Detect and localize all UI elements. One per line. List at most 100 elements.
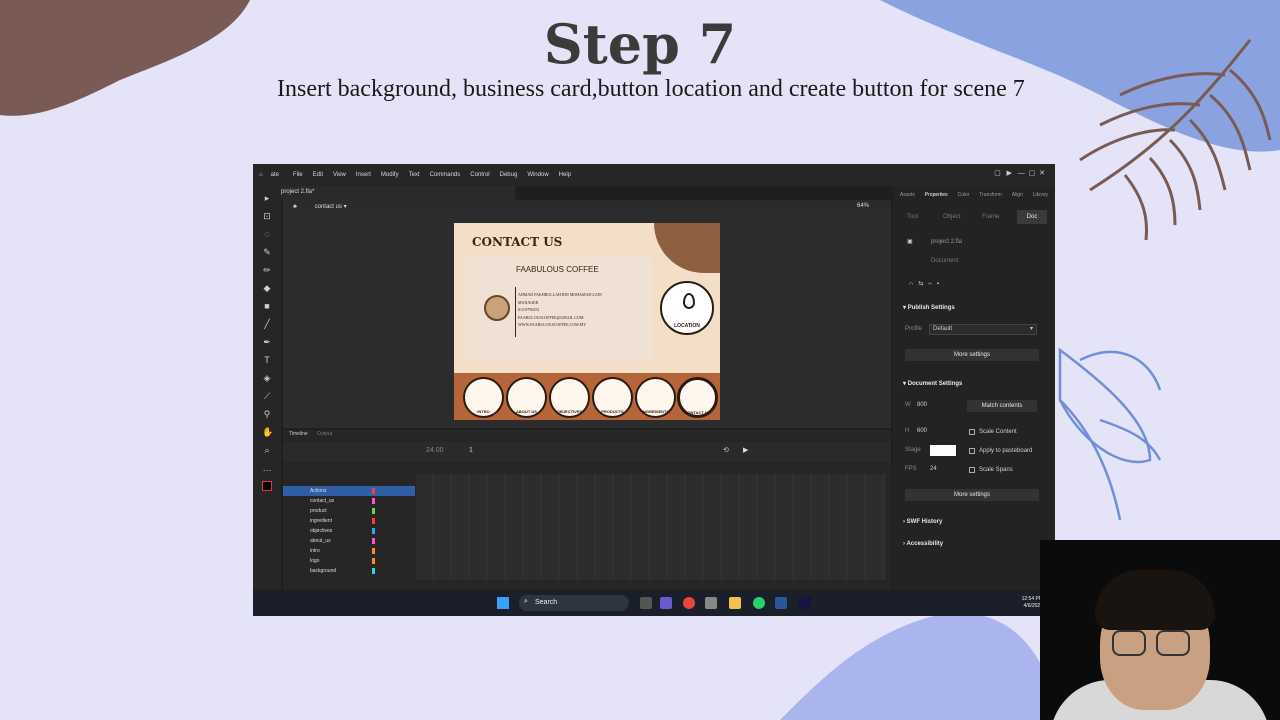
selection-tool-icon[interactable]: ▸ [262, 193, 272, 203]
zoom-level[interactable]: 64% [857, 203, 869, 209]
tab-output[interactable]: Output [317, 431, 332, 437]
menu-debug[interactable]: Debug [500, 172, 518, 178]
layer-color [372, 508, 375, 514]
stage-canvas[interactable]: CONTACT US FAABULOUS COFFEE AHMAD FAKHRU… [454, 223, 720, 420]
play-button[interactable]: ▶ [743, 446, 748, 454]
intro-button[interactable]: INTRO [463, 377, 504, 418]
layer-logo[interactable]: logo [283, 556, 415, 566]
menu-window[interactable]: Window [527, 172, 548, 178]
menu-edit[interactable]: Edit [313, 172, 323, 178]
profile-select[interactable]: Default ▾ [929, 324, 1037, 335]
apply-pasteboard-checkbox[interactable] [969, 448, 975, 454]
subtab-doc[interactable]: Doc [1017, 210, 1047, 224]
more-settings-button-2[interactable]: More settings [905, 489, 1039, 501]
publish-settings-header[interactable]: ▾ Publish Settings [903, 304, 955, 311]
whatsapp-icon[interactable] [753, 597, 765, 609]
fps-field[interactable]: 24 [930, 466, 937, 472]
frame-grid[interactable] [416, 474, 886, 580]
browser-icon[interactable] [705, 597, 717, 609]
stroke-fill-swatch[interactable] [262, 481, 272, 491]
scale-spans-checkbox[interactable] [969, 467, 975, 473]
menu-file[interactable]: File [293, 172, 303, 178]
about-us-button[interactable]: ABOUT US [506, 377, 547, 418]
layer-label: Actions [310, 488, 327, 494]
home-icon[interactable]: ⌂ [259, 172, 263, 178]
more-settings-button[interactable]: More settings [905, 349, 1039, 361]
brush-tool-icon[interactable]: ✎ [262, 247, 272, 257]
products-button[interactable]: PRODUCTS [592, 377, 633, 418]
scale-content-checkbox[interactable] [969, 429, 975, 435]
chat-icon[interactable] [660, 597, 672, 609]
bucket-tool-icon[interactable]: ◈ [262, 373, 272, 383]
tab-library[interactable]: Library [1033, 192, 1048, 198]
accessibility-header[interactable]: › Accessibility [903, 541, 943, 547]
loop-icon[interactable]: ⟲ [723, 446, 729, 454]
menu-commands[interactable]: Commands [430, 172, 461, 178]
document-settings-header[interactable]: ▾ Document Settings [903, 380, 962, 387]
task-view-icon[interactable] [640, 597, 652, 609]
layer-contact-us[interactable]: contact_us [283, 496, 415, 506]
width-field[interactable]: 800 [917, 402, 927, 408]
menu-view[interactable]: View [333, 172, 346, 178]
window-controls[interactable]: ▢ ▶ — ▢ ✕ [994, 169, 1045, 177]
menu-control[interactable]: Control [470, 172, 489, 178]
snap-icon[interactable]: ∩ ⇆ ⌐ ▪ [909, 280, 939, 287]
height-field[interactable]: 600 [917, 428, 927, 434]
contact-us-button[interactable]: CONTACT US [677, 377, 718, 418]
eraser-tool-icon[interactable]: ◆ [262, 283, 272, 293]
layer-ingredient[interactable]: ingredient [283, 516, 415, 526]
layer-objectives[interactable]: objectives [283, 526, 415, 536]
menu-help[interactable]: Help [559, 172, 571, 178]
transform-tool-icon[interactable]: ⊡ [262, 211, 272, 221]
menu-insert[interactable]: Insert [356, 172, 371, 178]
tab-properties[interactable]: Properties [925, 192, 948, 198]
text-tool-icon[interactable]: T [262, 355, 272, 365]
scene-selector[interactable]: contact us [315, 204, 342, 210]
word-icon[interactable] [775, 597, 787, 609]
stage-label: Stage [905, 447, 921, 453]
subtab-frame[interactable]: Frame [982, 214, 999, 220]
chrome-icon[interactable] [683, 597, 695, 609]
rectangle-tool-icon[interactable]: ■ [262, 301, 272, 311]
tab-transform[interactable]: Transform [979, 192, 1002, 198]
hand-tool-icon[interactable]: ✋ [262, 427, 273, 437]
layer-product[interactable]: product [283, 506, 415, 516]
chevron-down-icon[interactable]: ▾ [344, 204, 347, 210]
layer-about-us[interactable]: about_us [283, 536, 415, 546]
tab-color[interactable]: Color [957, 192, 969, 198]
line-tool-icon[interactable]: ╱ [262, 319, 272, 329]
tab-assets[interactable]: Assets [900, 192, 915, 198]
layer-actions[interactable]: Actions [283, 486, 415, 496]
pen-tool-icon[interactable]: ✒ [262, 337, 272, 347]
more-tools-icon[interactable]: … [262, 463, 272, 473]
layer-color [372, 548, 375, 554]
tab-align[interactable]: Align [1012, 192, 1023, 198]
pin-tool-icon[interactable]: ⚲ [262, 409, 272, 419]
pencil-tool-icon[interactable]: ✏ [262, 265, 272, 275]
objectives-button[interactable]: OBJECTIVES [549, 377, 590, 418]
tab-timeline[interactable]: Timeline [289, 431, 308, 437]
match-contents-button[interactable]: Match contents [967, 400, 1037, 412]
animate-icon[interactable] [799, 597, 811, 609]
file-explorer-icon[interactable] [729, 597, 741, 609]
location-button[interactable]: LOCATION [660, 281, 714, 335]
scene-icon[interactable]: ♣ [293, 204, 297, 210]
ingredients-button[interactable]: INGREDIENTS [635, 377, 676, 418]
menu-modify[interactable]: Modify [381, 172, 399, 178]
layer-intro[interactable]: intro [283, 546, 415, 556]
subtab-object[interactable]: Object [943, 214, 960, 220]
subtab-tool[interactable]: Tool [907, 214, 918, 220]
eyedropper-tool-icon[interactable]: ⟋ [262, 391, 272, 401]
windows-start-icon[interactable] [497, 597, 509, 609]
zoom-tool-icon[interactable]: ⌕ [262, 445, 272, 455]
swf-history-header[interactable]: › SWF History [903, 519, 942, 525]
stage-color-swatch[interactable] [930, 445, 956, 456]
layer-background[interactable]: background [283, 566, 415, 576]
lasso-tool-icon[interactable]: ◌ [262, 229, 272, 239]
stage-area[interactable]: CONTACT US FAABULOUS COFFEE AHMAD FAKHRU… [283, 214, 891, 428]
document-tab[interactable]: project 2.fla* [275, 186, 515, 200]
location-label: LOCATION [674, 323, 700, 329]
menu-text[interactable]: Text [409, 172, 420, 178]
menu-bar: ⌂ ate File Edit View Insert Modify Text … [253, 164, 1055, 186]
taskbar-search[interactable]: ⌕ Search [519, 595, 629, 611]
